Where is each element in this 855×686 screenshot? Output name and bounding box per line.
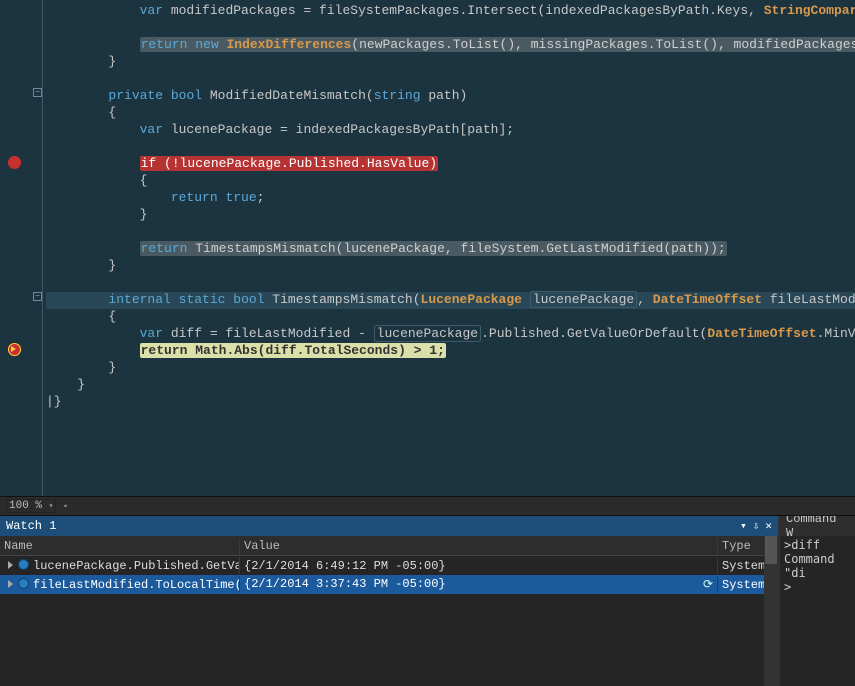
expand-icon[interactable]	[8, 580, 13, 588]
fold-toggle-icon[interactable]: −	[33, 292, 42, 301]
fold-toggle-icon[interactable]: −	[33, 88, 42, 97]
refresh-icon[interactable]: ⟳	[703, 577, 713, 592]
col-header-value[interactable]: Value	[240, 538, 718, 554]
watch-item-icon	[18, 559, 29, 570]
vertical-scrollbar[interactable]	[764, 536, 778, 686]
command-panel[interactable]: Command W >diff Command "di >	[780, 516, 855, 686]
editor-gutter[interactable]: − −	[0, 0, 46, 496]
command-title-bar[interactable]: Command W	[780, 516, 855, 536]
command-output[interactable]: >diff Command "di >	[780, 536, 855, 596]
watch-title-label: Watch 1	[6, 519, 56, 533]
watch-row[interactable]: fileLastModified.ToLocalTime() {2/1/2014…	[0, 575, 778, 594]
breakpoint-icon[interactable]	[8, 156, 21, 169]
zoom-bar: 100 % ▾ ◂	[0, 496, 855, 516]
watch-panel[interactable]: Watch 1 ▾ ⇩ ✕ Name Value Type lucenePack…	[0, 516, 780, 686]
col-header-name[interactable]: Name	[0, 538, 240, 554]
close-icon[interactable]: ✕	[765, 519, 772, 533]
pin-icon[interactable]: ⇩	[753, 519, 760, 533]
parameter-hint: lucenePackage	[530, 291, 637, 308]
code-area[interactable]: var modifiedPackages = fileSystemPackage…	[46, 0, 855, 496]
zoom-dropdown[interactable]: 100 % ▾	[6, 499, 56, 513]
command-title-label: Command W	[786, 516, 849, 540]
current-instruction-breakpoint-icon[interactable]	[8, 343, 21, 356]
nav-left-icon[interactable]: ◂	[62, 501, 67, 511]
expand-icon[interactable]	[8, 561, 13, 569]
execution-pointer-line: return Math.Abs(diff.TotalSeconds) > 1;	[140, 343, 446, 358]
code-editor[interactable]: − − var modifiedPackages = fileSystemPac…	[0, 0, 855, 496]
watch-item-icon	[18, 578, 29, 589]
window-position-icon[interactable]: ▾	[740, 519, 747, 533]
scrollbar-thumb[interactable]	[765, 536, 777, 564]
watch-columns-header[interactable]: Name Value Type	[0, 536, 778, 556]
error-highlight: if (!lucenePackage.Published.HasValue)	[140, 156, 438, 171]
watch-row[interactable]: lucenePackage.Published.GetValu {2/1/201…	[0, 556, 778, 575]
watch-title-bar[interactable]: Watch 1 ▾ ⇩ ✕	[0, 516, 778, 536]
